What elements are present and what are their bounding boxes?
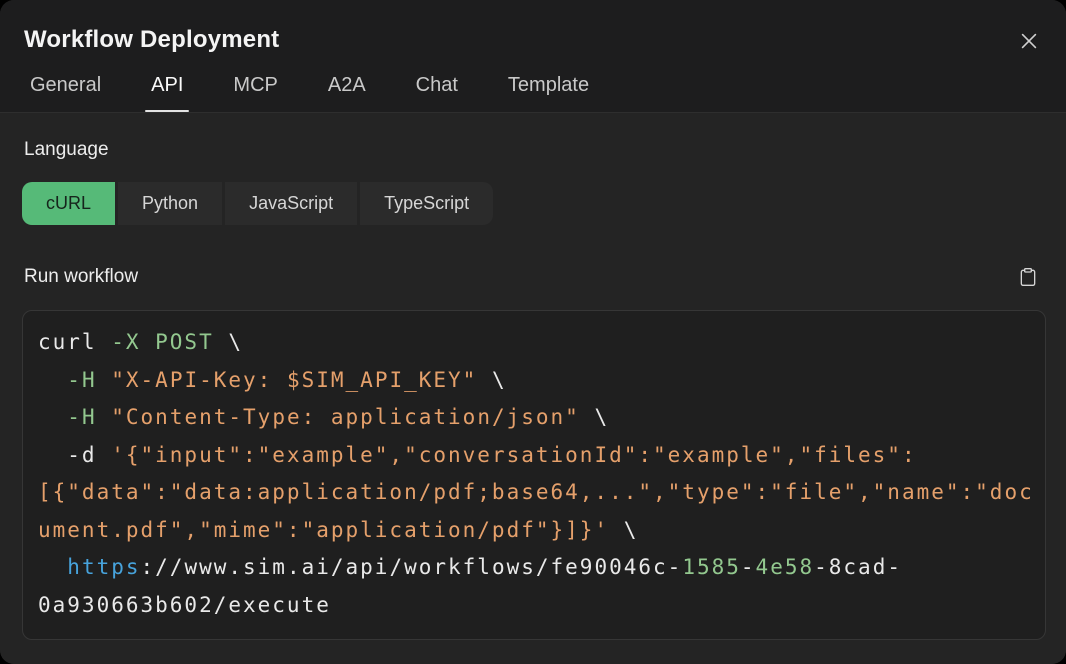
tab-api[interactable]: API: [145, 74, 189, 112]
code-line: [{"data":"data:application/pdf;base64,..…: [38, 474, 1030, 512]
code-line: curl -X POST \: [38, 324, 1030, 362]
code-line: https://www.sim.ai/api/workflows/fe90046…: [38, 549, 1030, 587]
modal-header: Workflow Deployment General API MCP A2A Chat…: [0, 0, 1066, 113]
language-option-javascript[interactable]: JavaScript: [225, 182, 357, 225]
code-block: curl -X POST \ -H "X-API-Key: $SIM_API_K…: [22, 310, 1046, 640]
language-label: Language: [22, 139, 1044, 161]
language-option-curl[interactable]: cURL: [22, 182, 115, 225]
tab-chat[interactable]: Chat: [410, 74, 464, 112]
page-title: Workflow Deployment: [24, 26, 279, 54]
code-line: ument.pdf","mime":"application/pdf"}]}' …: [38, 512, 1030, 550]
modal-body: Language cURLPythonJavaScriptTypeScript …: [0, 113, 1066, 664]
language-switcher: cURLPythonJavaScriptTypeScript: [22, 182, 1044, 225]
tab-template[interactable]: Template: [502, 74, 595, 112]
tab-a2a[interactable]: A2A: [322, 74, 372, 112]
tab-mcp[interactable]: MCP: [227, 74, 283, 112]
clipboard-icon: [1018, 276, 1038, 291]
code-line: -d '{"input":"example","conversationId":…: [38, 437, 1030, 475]
code-line: 0a930663b602/execute: [38, 587, 1030, 625]
code-line: -H "Content-Type: application/json" \: [38, 399, 1030, 437]
language-option-python[interactable]: Python: [118, 182, 222, 225]
language-option-typescript[interactable]: TypeScript: [360, 182, 493, 225]
workflow-deployment-modal: Workflow Deployment General API MCP A2A Chat…: [0, 0, 1066, 664]
close-button[interactable]: [1016, 28, 1042, 54]
tab-general[interactable]: General: [24, 74, 107, 112]
code-line: -H "X-API-Key: $SIM_API_KEY" \: [38, 362, 1030, 400]
run-workflow-label: Run workflow: [22, 266, 138, 288]
tab-bar: General API MCP A2A Chat Template: [24, 74, 1042, 112]
copy-button[interactable]: [1016, 264, 1040, 290]
close-icon: [1018, 40, 1040, 55]
